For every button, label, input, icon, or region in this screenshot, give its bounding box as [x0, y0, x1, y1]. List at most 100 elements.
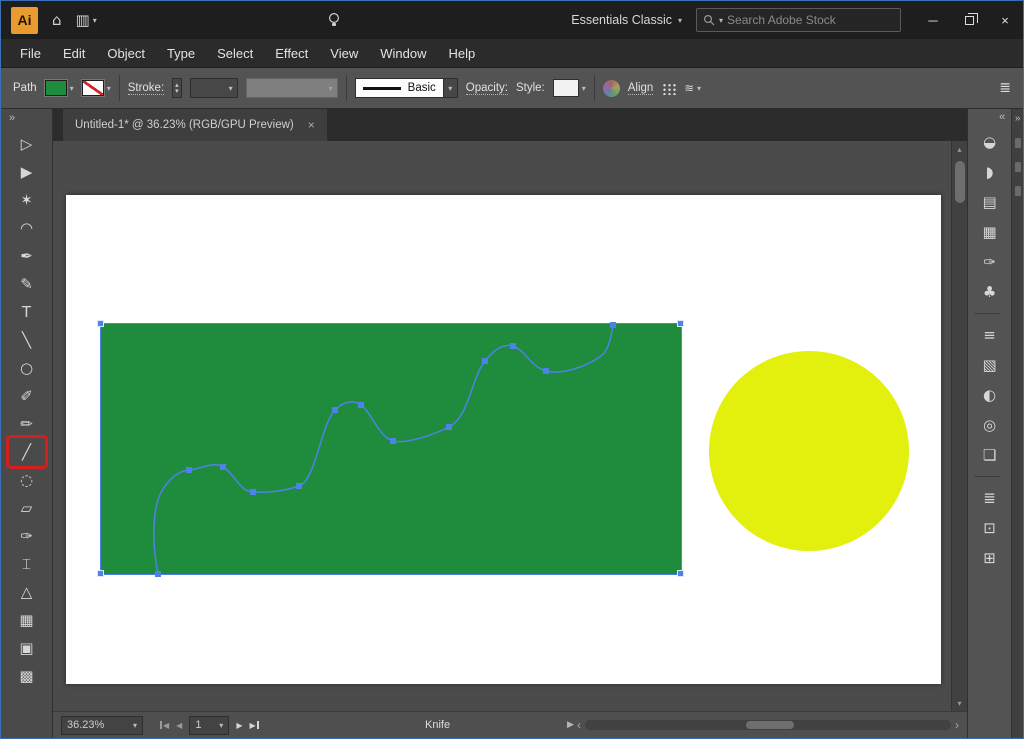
- gradient-panel-icon[interactable]: ▧: [974, 350, 1006, 380]
- asset-export-panel-icon[interactable]: ≣: [974, 483, 1006, 513]
- chevron-down-icon: ▾: [133, 721, 137, 730]
- horizontal-scroll-thumb[interactable]: [746, 721, 794, 729]
- transparency-panel-icon[interactable]: ◐: [974, 380, 1006, 410]
- libraries-panel-icon[interactable]: ▦: [974, 217, 1006, 247]
- menu-item[interactable]: View: [319, 39, 369, 67]
- canvas-area[interactable]: ▴ ▾: [53, 141, 967, 711]
- vertical-scroll-track[interactable]: [952, 157, 967, 695]
- tools-expand-icon[interactable]: »: [1, 109, 52, 130]
- scroll-up-icon[interactable]: ▴: [952, 141, 967, 157]
- document-tab-title: Untitled-1* @ 36.23% (RGB/GPU Preview): [75, 119, 294, 131]
- brushes-panel-icon[interactable]: ✑: [974, 247, 1006, 277]
- scroll-left-icon[interactable]: ‹: [577, 718, 581, 732]
- zoom-level-select[interactable]: 36.23% ▾: [61, 716, 143, 735]
- paintbrush-tool[interactable]: ✐: [9, 382, 45, 410]
- collapsed-dock-strip[interactable]: »: [1011, 109, 1023, 738]
- status-menu-arrow-icon[interactable]: ▶: [567, 720, 574, 730]
- menu-item[interactable]: Type: [156, 39, 206, 67]
- appearance-panel-icon[interactable]: ◎: [974, 410, 1006, 440]
- scroll-down-icon[interactable]: ▾: [952, 695, 967, 711]
- workspace-switcher[interactable]: Essentials Classic ▾: [571, 13, 682, 27]
- lightbulb-icon[interactable]: [327, 12, 341, 28]
- restore-icon: [965, 16, 974, 25]
- vertical-scroll-thumb[interactable]: [955, 161, 965, 203]
- type-tool[interactable]: T: [9, 298, 45, 326]
- perspective-grid-tool[interactable]: △: [9, 578, 45, 606]
- control-panel-menu-icon[interactable]: ≣: [999, 80, 1011, 96]
- free-transform-tool[interactable]: ⌶: [9, 550, 45, 578]
- export-panel-icon[interactable]: ⊡: [974, 513, 1006, 543]
- opacity-link[interactable]: Opacity:: [466, 82, 508, 95]
- color-panel-icon[interactable]: ◒: [974, 127, 1006, 157]
- align-panel-link[interactable]: Align: [628, 82, 654, 95]
- lasso-tool[interactable]: ◠: [9, 214, 45, 242]
- minimize-button[interactable]: ─: [915, 5, 951, 35]
- panel-icon-glyph: ◗: [986, 165, 994, 180]
- document-tab[interactable]: Untitled-1* @ 36.23% (RGB/GPU Preview) ×: [63, 109, 327, 141]
- align-to-select[interactable]: ≋ ▾: [684, 81, 701, 95]
- stroke-panel-icon[interactable]: ≡: [974, 320, 1006, 350]
- tool-icon: ▷: [21, 137, 33, 152]
- horizontal-scrollbar[interactable]: ‹ ›: [577, 718, 959, 732]
- knife-tool[interactable]: ╱: [9, 438, 45, 466]
- stroke-panel-link[interactable]: Stroke:: [128, 82, 164, 95]
- titlebar: Ai ⌂ ▥ ▾ Essentials Classic ▾: [1, 1, 1023, 39]
- dock-strip-expand-icon[interactable]: »: [1015, 113, 1021, 124]
- ellipse-tool[interactable]: ○: [9, 354, 45, 382]
- width-tool[interactable]: ✑: [9, 522, 45, 550]
- stroke-style-select[interactable]: Basic ▾: [355, 78, 458, 98]
- graphic-style-select[interactable]: ▾: [553, 79, 586, 97]
- artboard-number-select[interactable]: 1 ▾: [189, 716, 229, 735]
- line-segment-tool[interactable]: ╲: [9, 326, 45, 354]
- maximize-button[interactable]: [951, 5, 987, 35]
- gradient-tool[interactable]: ▩: [9, 662, 45, 690]
- menu-item[interactable]: Edit: [52, 39, 96, 67]
- symbols-panel-icon[interactable]: ♣: [974, 277, 1006, 307]
- fill-color-swatch[interactable]: ▾: [45, 80, 74, 96]
- menu-item[interactable]: Window: [369, 39, 437, 67]
- app-logo[interactable]: Ai: [11, 7, 38, 34]
- mesh-tool[interactable]: ▦: [9, 606, 45, 634]
- layers-panel-icon[interactable]: ❏: [974, 440, 1006, 470]
- home-icon[interactable]: ⌂: [52, 11, 62, 29]
- first-artboard-button[interactable]: ◀: [159, 721, 169, 730]
- align-objects-icon[interactable]: [661, 82, 676, 95]
- close-tab-icon[interactable]: ×: [308, 118, 315, 132]
- horizontal-scroll-track[interactable]: [585, 720, 951, 730]
- menu-item[interactable]: Effect: [264, 39, 319, 67]
- stock-search[interactable]: ▾: [696, 8, 901, 32]
- search-input[interactable]: [727, 13, 894, 27]
- selection-tool[interactable]: ▷: [9, 130, 45, 158]
- scroll-right-icon[interactable]: ›: [955, 718, 959, 732]
- tool-icon: ⌶: [22, 557, 31, 572]
- stroke-weight-select[interactable]: ▾: [190, 78, 238, 98]
- pen-tool[interactable]: ✒: [9, 242, 45, 270]
- next-artboard-button[interactable]: ▶: [236, 721, 242, 730]
- direct-selection-tool[interactable]: ▶: [9, 158, 45, 186]
- previous-artboard-button[interactable]: ◀: [176, 721, 182, 730]
- menu-item[interactable]: Help: [437, 39, 486, 67]
- stroke-color-swatch[interactable]: ▾: [82, 80, 111, 96]
- chevron-down-icon: ▾: [582, 84, 586, 93]
- arrange-documents-icon[interactable]: ▥ ▾: [76, 11, 97, 29]
- last-artboard-button[interactable]: ▶: [249, 721, 259, 730]
- menu-item[interactable]: Object: [96, 39, 156, 67]
- vertical-scrollbar[interactable]: ▴ ▾: [951, 141, 967, 711]
- menu-item[interactable]: File: [9, 39, 52, 67]
- recolor-artwork-icon[interactable]: [603, 80, 620, 97]
- magic-wand-tool[interactable]: ✶: [9, 186, 45, 214]
- artboards-panel-icon[interactable]: ⊞: [974, 543, 1006, 573]
- knife-path[interactable]: [154, 325, 613, 574]
- close-button[interactable]: ×: [987, 5, 1023, 35]
- right-panel-dock: « ◒ ◗ ▤: [967, 109, 1023, 738]
- swatches-panel-icon[interactable]: ▤: [974, 187, 1006, 217]
- dock-collapse-icon[interactable]: «: [968, 109, 1011, 127]
- shaper-tool[interactable]: ✏: [9, 410, 45, 438]
- menu-item[interactable]: Select: [206, 39, 264, 67]
- rotate-tool[interactable]: ◌: [9, 466, 45, 494]
- scale-tool[interactable]: ▱: [9, 494, 45, 522]
- curvature-tool[interactable]: ✎: [9, 270, 45, 298]
- artboard-tool[interactable]: ▣: [9, 634, 45, 662]
- stroke-weight-stepper[interactable]: ▴▾: [172, 78, 182, 98]
- color-guide-panel-icon[interactable]: ◗: [974, 157, 1006, 187]
